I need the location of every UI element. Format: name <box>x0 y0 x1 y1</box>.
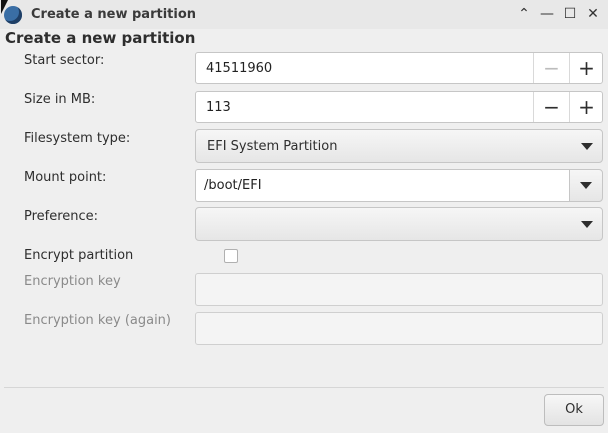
preference-label: Preference: <box>24 209 99 224</box>
minimize-icon[interactable]: — <box>539 6 555 22</box>
window-title: Create a new partition <box>31 7 197 22</box>
mount-point-label: Mount point: <box>24 170 107 185</box>
mount-point-dropdown-button[interactable] <box>569 169 603 202</box>
start-sector-input[interactable]: 41511960 <box>206 61 272 76</box>
mount-point-value[interactable]: /boot/EFI <box>204 178 262 193</box>
chevron-up-icon[interactable]: ⌃ <box>516 6 532 22</box>
encryption-key-label: Encryption key <box>24 274 121 289</box>
close-icon[interactable]: ✕ <box>585 6 601 22</box>
encryption-key-again-input[interactable] <box>195 312 603 345</box>
decrement-button[interactable]: − <box>534 92 569 122</box>
encryption-key-input[interactable] <box>195 273 603 306</box>
encrypt-partition-label: Encrypt partition <box>24 248 134 263</box>
mouse-cursor-icon <box>1 0 8 14</box>
size-spinbox[interactable]: 113 − + <box>195 91 603 123</box>
mount-point-input[interactable]: /boot/EFI <box>195 169 570 202</box>
maximize-icon[interactable]: ☐ <box>562 6 578 22</box>
size-input[interactable]: 113 <box>206 100 231 115</box>
title-bar: Create a new partition ⌃ — ☐ ✕ <box>0 0 608 29</box>
filesystem-type-value: EFI System Partition <box>207 139 338 154</box>
start-sector-label: Start sector: <box>24 53 105 68</box>
decrement-button[interactable]: − <box>534 53 569 83</box>
chevron-down-icon <box>581 143 593 150</box>
increment-button[interactable]: + <box>569 53 604 83</box>
encryption-key-again-label: Encryption key (again) <box>24 313 171 328</box>
filesystem-type-combo[interactable]: EFI System Partition <box>195 129 603 163</box>
chevron-down-icon <box>580 182 592 189</box>
encrypt-partition-checkbox[interactable] <box>224 249 238 263</box>
filesystem-type-label: Filesystem type: <box>24 131 131 146</box>
chevron-down-icon <box>581 221 593 228</box>
ok-button[interactable]: Ok <box>544 394 604 426</box>
size-label: Size in MB: <box>24 92 96 107</box>
dialog-heading: Create a new partition <box>5 29 196 47</box>
button-area-separator <box>4 387 604 388</box>
increment-button[interactable]: + <box>569 92 604 122</box>
preference-combo[interactable] <box>195 207 603 241</box>
start-sector-spinbox[interactable]: 41511960 − + <box>195 52 603 84</box>
